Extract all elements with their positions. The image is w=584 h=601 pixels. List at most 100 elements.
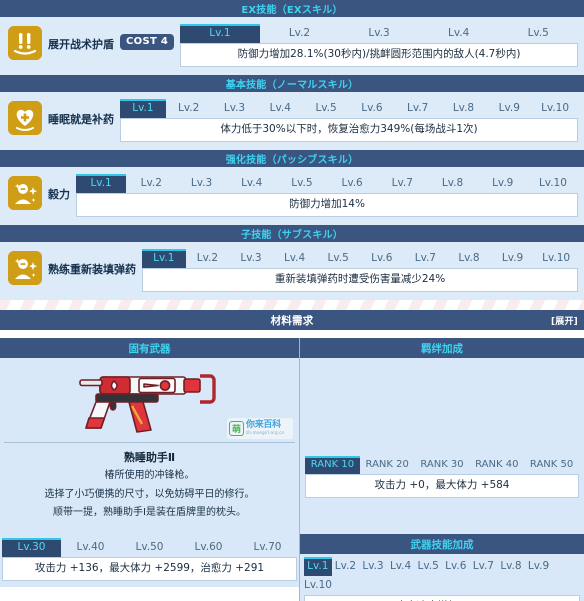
skill-row-passive: 毅力 Lv.1 Lv.2 Lv.3 Lv.4 Lv.5 Lv.6 Lv.7 Lv… [0, 167, 584, 225]
level-tab-passive-10[interactable]: Lv.10 [528, 174, 578, 193]
level-tab-normal-6[interactable]: Lv.6 [349, 99, 395, 118]
bond-panel: RANK 10 RANK 20 RANK 30 RANK 40 RANK 50 … [300, 358, 584, 534]
level-tab-sub-7[interactable]: Lv.7 [404, 249, 448, 268]
level-tab-normal-8[interactable]: Lv.8 [441, 99, 487, 118]
weapon-panel: 萌 你来百科 zh.moegirl.org.cn 熟睡助手Ⅱ 椿所使用的冲锋枪。… [0, 358, 299, 534]
section-title-ex: EX技能（EXスキル） [241, 5, 343, 16]
level-tab-sub-10[interactable]: Lv.10 [534, 249, 578, 268]
level-tab-passive-6[interactable]: Lv.6 [327, 174, 377, 193]
weapon-skill-tab-4[interactable]: Lv.4 [387, 557, 415, 576]
level-tab-ex-3[interactable]: Lv.3 [339, 24, 419, 43]
submachine-gun-icon [78, 374, 216, 433]
weapon-skill-tab-10[interactable]: Lv.10 [304, 576, 332, 595]
weapon-level-tab-60[interactable]: Lv.60 [179, 538, 238, 557]
weapon-skill-tab-7[interactable]: Lv.7 [470, 557, 498, 576]
weapon-skill-tab-9[interactable]: Lv.9 [525, 557, 553, 576]
level-tab-sub-6[interactable]: Lv.6 [360, 249, 404, 268]
weapon-level-tab-70[interactable]: Lv.70 [238, 538, 297, 557]
level-tab-ex-4[interactable]: Lv.4 [419, 24, 499, 43]
level-tab-normal-5[interactable]: Lv.5 [303, 99, 349, 118]
site-watermark: 萌 你来百科 zh.moegirl.org.cn [227, 418, 293, 439]
weapon-description-line3: 顺带一提，熟睡助手Ⅰ是装在盾牌里的枕头。 [53, 507, 246, 518]
skill-description-passive: 防御力增加14% [76, 193, 578, 218]
weapon-level-tab-40[interactable]: Lv.40 [61, 538, 120, 557]
level-tab-sub-1[interactable]: Lv.1 [142, 249, 186, 268]
weapon-column: 固有武器 萌 你来百科 zh.moegirl.org.cn 熟睡助手Ⅱ 椿所使用… [0, 338, 300, 601]
weapon-name: 熟睡助手Ⅱ [123, 451, 176, 464]
weapon-skill-tab-5[interactable]: Lv.5 [414, 557, 442, 576]
weapon-level-tab-30[interactable]: Lv.30 [2, 538, 61, 557]
weapon-skill-tab-8[interactable]: Lv.8 [497, 557, 525, 576]
level-tab-normal-7[interactable]: Lv.7 [395, 99, 441, 118]
sparkle-person-icon-sub [8, 251, 42, 285]
gap-stripes [0, 300, 584, 310]
level-tab-passive-4[interactable]: Lv.4 [227, 174, 277, 193]
skill-detail-passive: Lv.1 Lv.2 Lv.3 Lv.4 Lv.5 Lv.6 Lv.7 Lv.8 … [76, 174, 578, 218]
level-tab-passive-7[interactable]: Lv.7 [377, 174, 427, 193]
character-skill-panel: EX技能（EXスキル） 展开战术护盾 COST 4 Lv.1 Lv.2 Lv.3… [0, 0, 584, 601]
level-tab-passive-8[interactable]: Lv.8 [427, 174, 477, 193]
section-title-sub: 子技能（サブスキル） [241, 230, 343, 241]
level-tabs-normal: Lv.1 Lv.2 Lv.3 Lv.4 Lv.5 Lv.6 Lv.7 Lv.8 … [120, 99, 578, 118]
level-tab-sub-4[interactable]: Lv.4 [273, 249, 317, 268]
skill-description-ex: 防御力增加28.1%(30秒内)/挑衅圆形范围内的敌人(4.7秒内) [180, 43, 578, 68]
level-tab-passive-5[interactable]: Lv.5 [277, 174, 327, 193]
section-header-ex: EX技能（EXスキル） [0, 0, 584, 17]
weapon-level-tab-50[interactable]: Lv.50 [120, 538, 179, 557]
skill-name-normal: 睡眠就是补药 [48, 113, 114, 126]
bond-rank-tab-20[interactable]: RANK 20 [360, 456, 415, 474]
weapon-skill-description: 攻击速度增加 1400 [304, 595, 580, 601]
level-tab-normal-10[interactable]: Lv.10 [532, 99, 578, 118]
bond-rank-tab-10[interactable]: RANK 10 [305, 456, 360, 474]
weapon-stats: 攻击力 +136，最大体力 +2599，治愈力 +291 [2, 557, 297, 582]
level-tab-normal-9[interactable]: Lv.9 [486, 99, 532, 118]
bond-rank-tab-40[interactable]: RANK 40 [469, 456, 524, 474]
level-tab-sub-2[interactable]: Lv.2 [186, 249, 230, 268]
bond-rank-tab-50[interactable]: RANK 50 [524, 456, 579, 474]
sparkle-person-icon-passive [8, 176, 42, 210]
skill-row-normal: 睡眠就是补药 Lv.1 Lv.2 Lv.3 Lv.4 Lv.5 Lv.6 Lv.… [0, 92, 584, 150]
bond-rank-tab-30[interactable]: RANK 30 [415, 456, 470, 474]
level-tab-passive-1[interactable]: Lv.1 [76, 174, 127, 193]
weapon-skill-tab-6[interactable]: Lv.6 [442, 557, 470, 576]
level-tab-normal-4[interactable]: Lv.4 [257, 99, 303, 118]
skill-name-sub: 熟练重新装填弹药 [48, 263, 136, 276]
skill-detail-normal: Lv.1 Lv.2 Lv.3 Lv.4 Lv.5 Lv.6 Lv.7 Lv.8 … [120, 99, 578, 143]
expand-material-link[interactable]: [展开] [551, 314, 578, 327]
level-tabs-passive: Lv.1 Lv.2 Lv.3 Lv.4 Lv.5 Lv.6 Lv.7 Lv.8 … [76, 174, 578, 193]
level-tab-sub-3[interactable]: Lv.3 [229, 249, 273, 268]
weapon-divider [4, 442, 295, 443]
weapon-skill-tab-1[interactable]: Lv.1 [304, 557, 332, 576]
section-header-material: 材料需求 [展开] [0, 310, 584, 330]
level-tab-ex-2[interactable]: Lv.2 [260, 24, 340, 43]
column-header-bond: 羁绊加成 [300, 338, 584, 358]
level-tab-ex-1[interactable]: Lv.1 [180, 24, 260, 43]
bond-column: 羁绊加成 RANK 10 RANK 20 RANK 30 RANK 40 RAN… [300, 338, 584, 601]
level-tab-ex-5[interactable]: Lv.5 [498, 24, 578, 43]
section-header-sub: 子技能（サブスキル） [0, 225, 584, 242]
weapon-description-line1: 椿所使用的冲锋枪。 [104, 470, 195, 481]
weapon-level-tabs: Lv.30 Lv.40 Lv.50 Lv.60 Lv.70 [2, 538, 297, 557]
skill-description-sub: 重新装填弹药时遭受伤害量减少24% [142, 268, 578, 293]
level-tab-normal-3[interactable]: Lv.3 [212, 99, 258, 118]
skill-description-normal: 体力低于30%以下时，恢复治愈力349%(每场战斗1次) [120, 118, 578, 143]
level-tab-normal-2[interactable]: Lv.2 [166, 99, 212, 118]
level-tabs-sub: Lv.1 Lv.2 Lv.3 Lv.4 Lv.5 Lv.6 Lv.7 Lv.8 … [142, 249, 578, 268]
level-tab-sub-9[interactable]: Lv.9 [491, 249, 535, 268]
weapon-skill-tab-3[interactable]: Lv.3 [359, 557, 387, 576]
level-tab-passive-2[interactable]: Lv.2 [126, 174, 176, 193]
level-tabs-ex: Lv.1 Lv.2 Lv.3 Lv.4 Lv.5 [180, 24, 578, 43]
watermark-badge: 萌 [229, 421, 244, 436]
section-title-material: 材料需求 [270, 314, 314, 327]
weapon-skill-tab-2[interactable]: Lv.2 [332, 557, 360, 576]
weapon-level-panel: Lv.30 Lv.40 Lv.50 Lv.60 Lv.70 攻击力 +136，最… [0, 534, 299, 588]
weapon-skill-panel: Lv.1 Lv.2 Lv.3 Lv.4 Lv.5 Lv.6 Lv.7 Lv.8 … [300, 554, 584, 601]
skill-row-ex: 展开战术护盾 COST 4 Lv.1 Lv.2 Lv.3 Lv.4 Lv.5 防… [0, 17, 584, 75]
level-tab-normal-1[interactable]: Lv.1 [120, 99, 166, 118]
level-tab-sub-8[interactable]: Lv.8 [447, 249, 491, 268]
level-tab-passive-9[interactable]: Lv.9 [478, 174, 528, 193]
bond-spacer [305, 364, 579, 456]
level-tab-passive-3[interactable]: Lv.3 [176, 174, 226, 193]
level-tab-sub-5[interactable]: Lv.5 [316, 249, 360, 268]
skill-detail-sub: Lv.1 Lv.2 Lv.3 Lv.4 Lv.5 Lv.6 Lv.7 Lv.8 … [142, 249, 578, 293]
